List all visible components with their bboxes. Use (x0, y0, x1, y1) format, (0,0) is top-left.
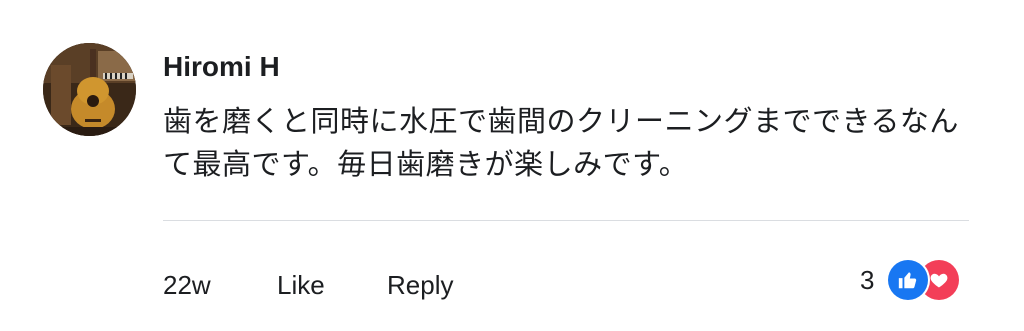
like-button[interactable]: Like (277, 268, 325, 302)
divider (163, 220, 969, 221)
reaction-icons (888, 260, 960, 300)
reactions-summary[interactable]: 3 (860, 258, 960, 302)
comment-text: 歯を磨くと同時に水圧で歯間のクリーニングまでできるなんて最高です。毎日歯磨きが楽… (163, 104, 959, 181)
comment-author-name[interactable]: Hiromi H (163, 50, 280, 84)
thumbs-up-icon (888, 260, 929, 300)
avatar[interactable] (43, 43, 136, 136)
avatar-image (43, 43, 136, 136)
reply-button[interactable]: Reply (387, 268, 453, 302)
reaction-count: 3 (860, 265, 875, 295)
comment-timestamp[interactable]: 22w (163, 268, 211, 302)
